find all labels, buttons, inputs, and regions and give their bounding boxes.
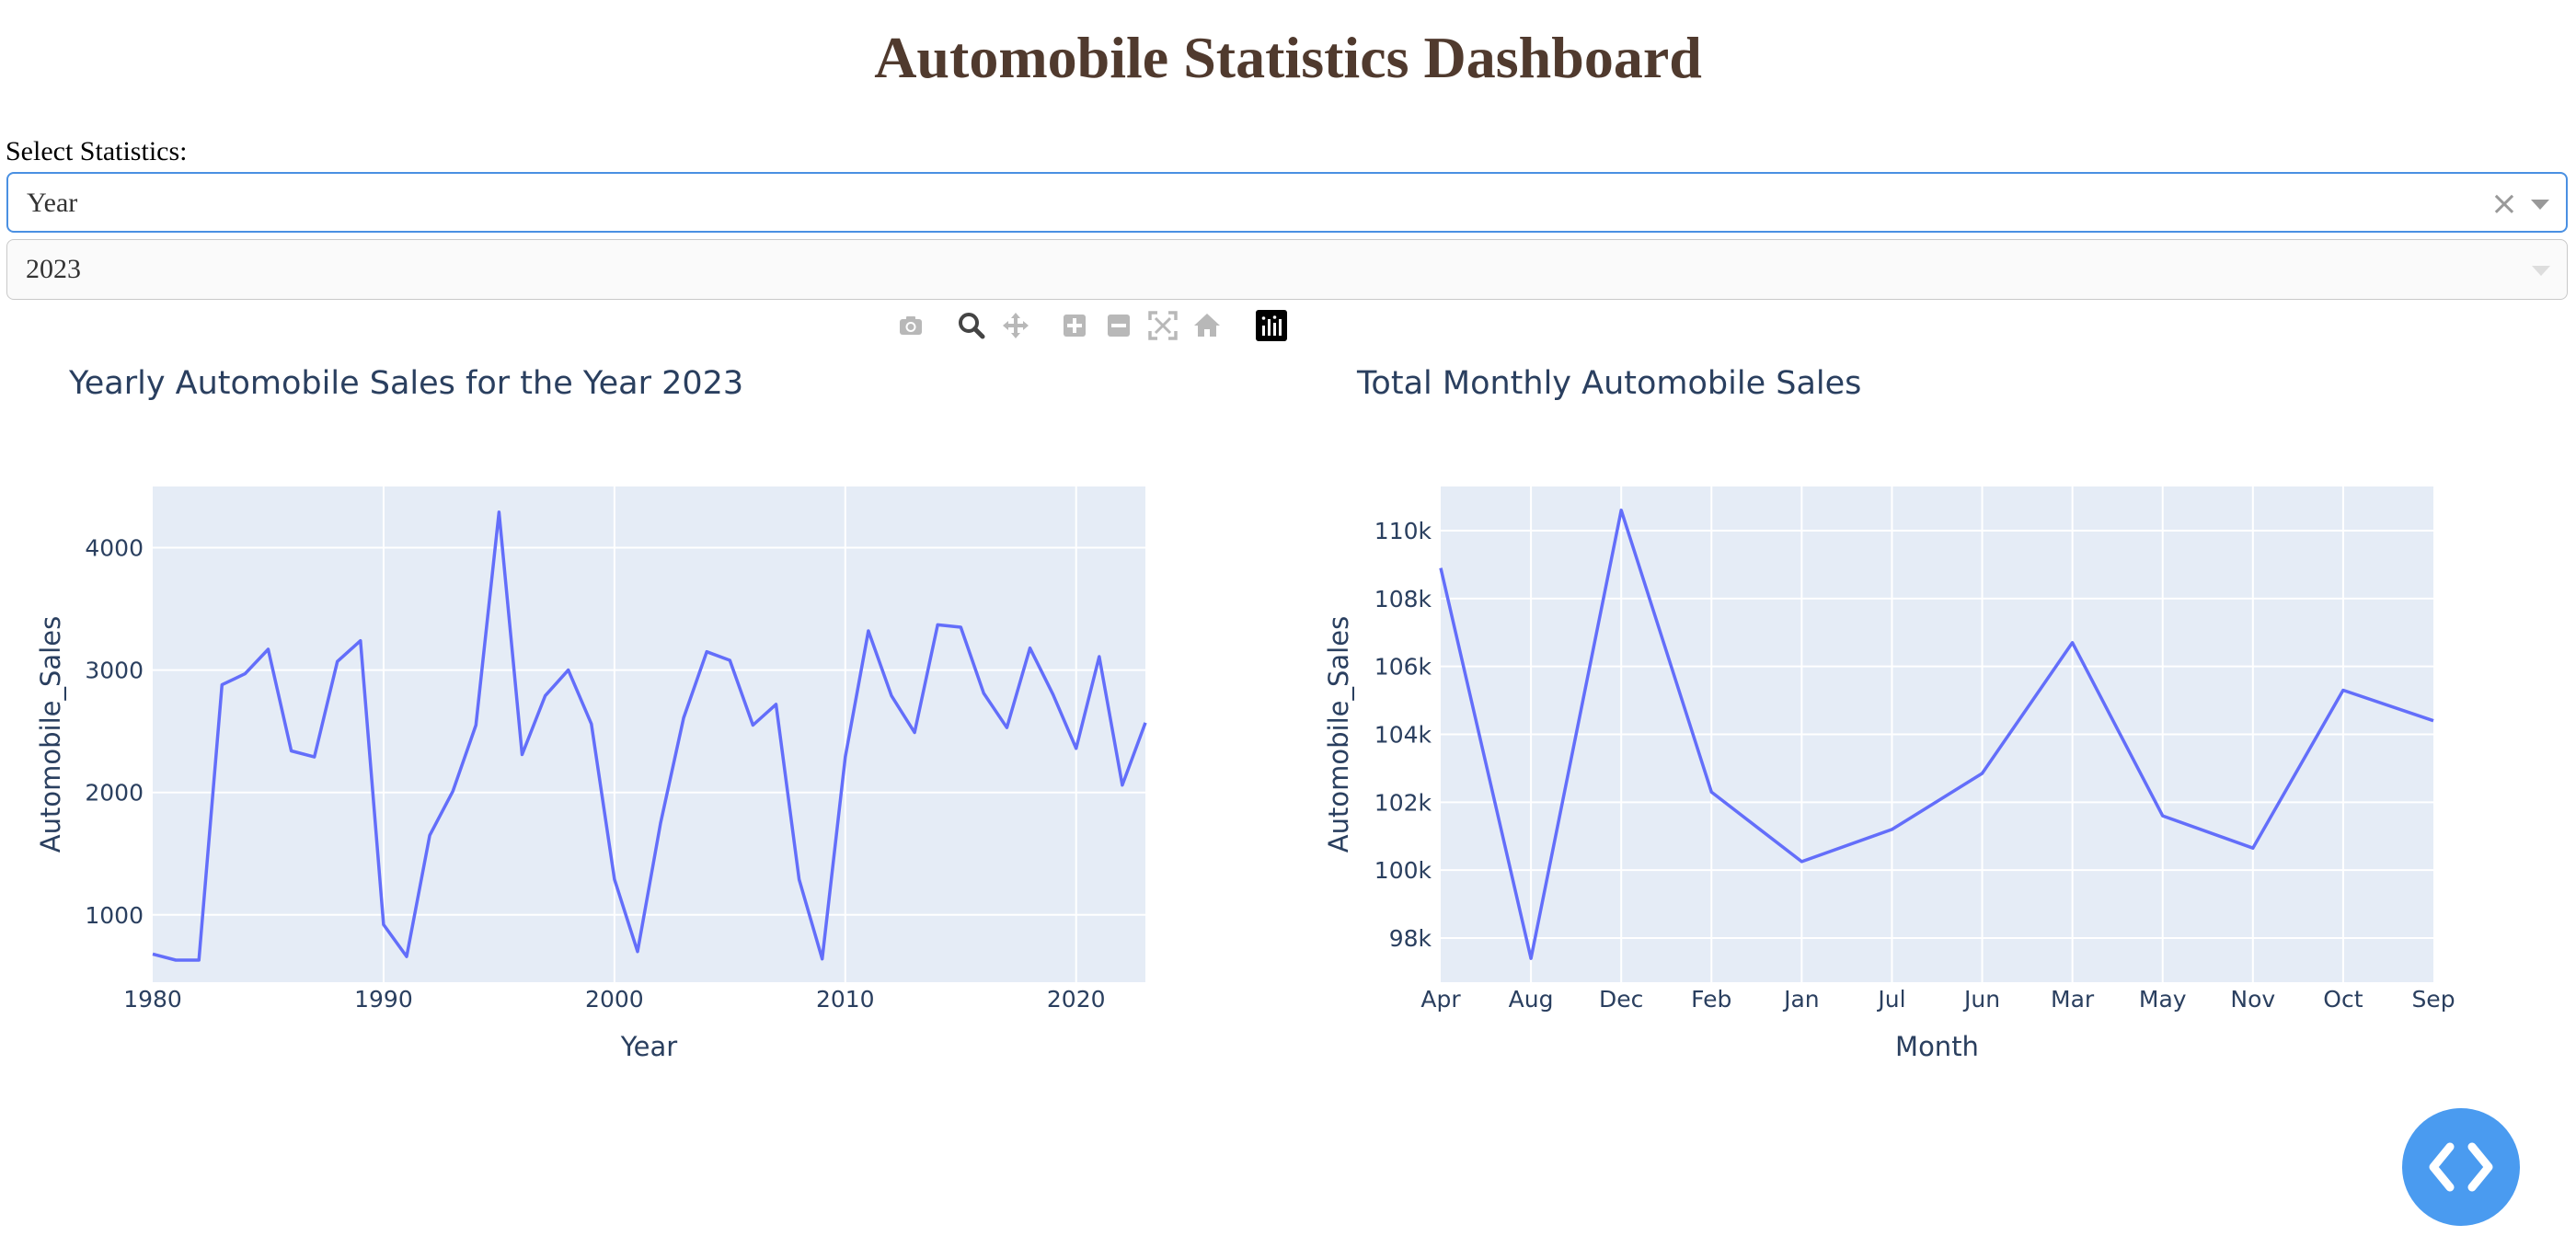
y-axis-title: Automobile_Sales (35, 616, 66, 853)
y-tick-label: 98k (1389, 925, 1432, 952)
y-tick-label: 106k (1374, 654, 1432, 681)
x-tick-label: Nov (2230, 986, 2275, 1013)
code-icon (2429, 1142, 2493, 1192)
y-tick-label: 102k (1374, 789, 1432, 816)
x-tick-label: 2020 (1047, 986, 1106, 1013)
x-axis-title: Month (1895, 1031, 1979, 1062)
x-tick-label: Jul (1876, 986, 1905, 1013)
chart-title: Yearly Automobile Sales for the Year 202… (68, 365, 743, 402)
x-tick-label: 1980 (123, 986, 182, 1013)
y-tick-label: 3000 (85, 658, 144, 684)
x-tick-label: Apr (1420, 986, 1461, 1013)
y-tick-label: 108k (1374, 586, 1432, 612)
chart-title: Total Monthly Automobile Sales (1356, 365, 1861, 402)
x-axis-title: Year (620, 1031, 677, 1062)
x-tick-label: Jun (1962, 986, 2000, 1013)
y-tick-label: 104k (1374, 722, 1432, 749)
y-tick-label: 100k (1374, 857, 1432, 884)
y-tick-label: 1000 (85, 902, 144, 929)
y-tick-label: 2000 (85, 780, 144, 807)
x-tick-label: 2000 (585, 986, 644, 1013)
x-tick-label: Mar (2051, 986, 2095, 1013)
x-tick-label: May (2139, 986, 2187, 1013)
code-toggle-button[interactable] (2402, 1108, 2520, 1226)
x-tick-label: Aug (1509, 986, 1554, 1013)
x-tick-label: 2010 (816, 986, 875, 1013)
x-tick-label: Sep (2411, 986, 2455, 1013)
x-tick-label: Oct (2323, 986, 2363, 1013)
x-tick-label: Feb (1691, 986, 1731, 1013)
y-axis-title: Automobile_Sales (1323, 616, 1354, 853)
x-tick-label: Dec (1599, 986, 1643, 1013)
x-tick-label: 1990 (354, 986, 413, 1013)
x-tick-label: Jan (1782, 986, 1820, 1013)
plot-area (153, 486, 1145, 982)
y-tick-label: 4000 (85, 535, 144, 562)
y-tick-label: 110k (1374, 518, 1432, 544)
charts-canvas: Yearly Automobile Sales for the Year 202… (35, 365, 2455, 1062)
